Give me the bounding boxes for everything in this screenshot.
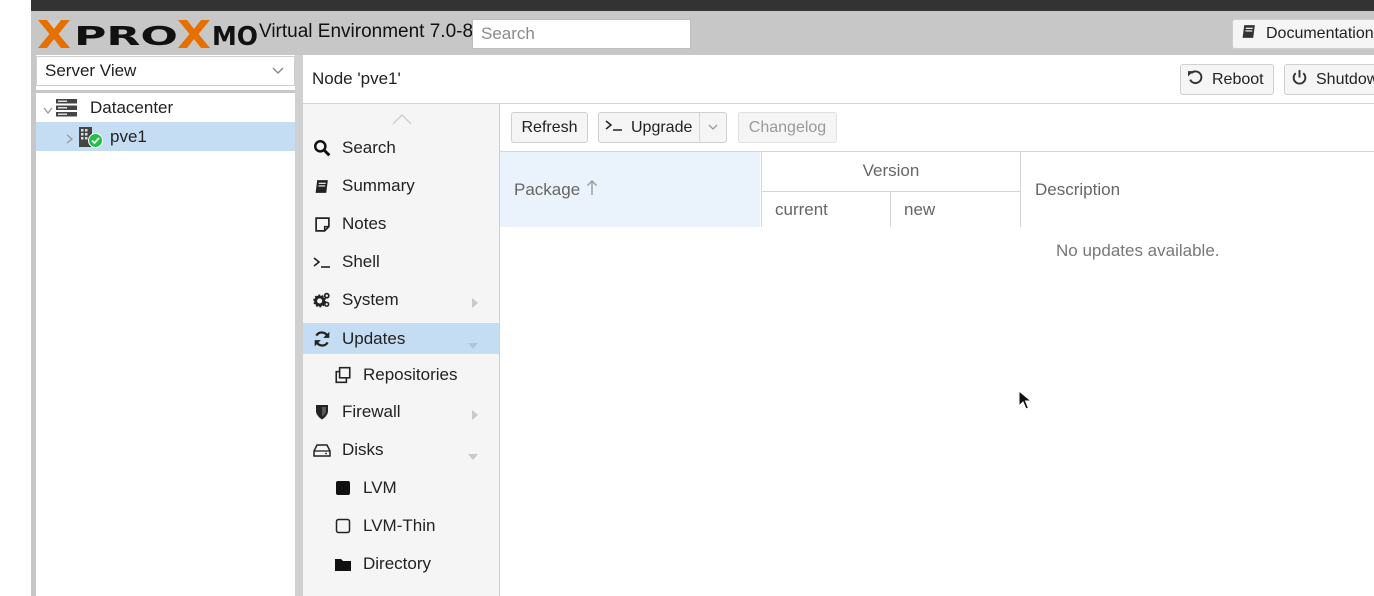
nav-label: System: [342, 289, 399, 309]
column-header-package[interactable]: Package: [500, 152, 760, 227]
sort-ascending-icon: [586, 178, 598, 201]
power-icon: [1291, 69, 1308, 91]
page-title: Node 'pve1': [312, 69, 401, 88]
square-icon: [334, 479, 352, 497]
note-icon: [313, 215, 331, 233]
nav-item-updates[interactable]: Updates: [303, 323, 499, 354]
refresh-icon: [313, 330, 331, 348]
nav-label: Firewall: [342, 401, 401, 421]
column-header-new[interactable]: new: [890, 191, 1020, 227]
nav-label: Search: [342, 137, 396, 157]
collapse-down-icon[interactable]: [467, 446, 479, 466]
copy-icon: [334, 366, 352, 384]
column-header-current[interactable]: current: [761, 191, 890, 227]
nav-label: Summary: [342, 175, 415, 195]
nav-item-firewall[interactable]: Firewall: [303, 396, 499, 427]
shutdown-label: Shutdown: [1316, 70, 1374, 88]
nav-item-disks[interactable]: Disks: [303, 434, 499, 465]
upgrade-menu-toggle[interactable]: [699, 113, 726, 142]
view-selector-value: Server View: [45, 61, 137, 80]
nav-label: LVM-Thin: [363, 515, 436, 535]
expand-chevron-icon[interactable]: [64, 130, 74, 150]
browser-top-strip: [31, 0, 1374, 11]
nav-label: Shell: [342, 251, 380, 271]
nav-label: Repositories: [363, 364, 458, 384]
documentation-label: Documentation: [1266, 25, 1374, 42]
nav-label: Updates: [342, 328, 406, 348]
reboot-button[interactable]: Reboot: [1180, 64, 1274, 95]
column-header-version: Version: [761, 152, 1020, 190]
undo-icon: [1187, 69, 1204, 91]
nav-label: Directory: [363, 553, 432, 573]
panel-splitter[interactable]: [295, 55, 303, 596]
expand-chevron-icon[interactable]: [42, 102, 54, 122]
tree-item-node-pve1[interactable]: pve1: [36, 122, 295, 151]
shield-icon: [313, 403, 331, 421]
refresh-label: Refresh: [521, 118, 578, 136]
terminal-icon: [313, 253, 331, 271]
column-label: Version: [862, 161, 920, 180]
nav-label: Disks: [342, 439, 384, 459]
column-header-description[interactable]: Description: [1020, 152, 1374, 227]
chevron-down-icon: [271, 63, 285, 83]
nav-label: LVM: [363, 477, 397, 497]
upgrade-button[interactable]: Upgrade: [599, 113, 692, 142]
tree-item-label: pve1: [110, 126, 147, 146]
column-label: new: [904, 199, 936, 219]
changelog-label: Changelog: [748, 118, 827, 136]
product-version-title: Virtual Environment 7.0-8: [259, 21, 474, 42]
view-selector[interactable]: Server View: [36, 56, 295, 86]
book-icon: [1241, 23, 1258, 45]
column-label: Description: [1035, 179, 1121, 199]
mouse-cursor-icon: [1018, 389, 1033, 415]
online-status-icon: [88, 133, 103, 153]
tree-item-label: Datacenter: [90, 98, 174, 117]
terminal-icon: [605, 117, 623, 138]
tree-item-datacenter[interactable]: Datacenter: [36, 94, 295, 122]
empty-grid-message: No updates available.: [1056, 241, 1220, 260]
column-label: Package: [514, 179, 581, 199]
upgrade-split-button[interactable]: Upgrade: [598, 112, 727, 143]
nav-item-repositories[interactable]: Repositories: [303, 359, 499, 390]
collapse-down-icon[interactable]: [467, 335, 479, 355]
nav-item-lvm-thin[interactable]: LVM-Thin: [303, 510, 499, 541]
folder-icon: [334, 555, 352, 573]
global-search-box[interactable]: [472, 19, 691, 49]
square-outline-icon: [334, 517, 352, 535]
nav-item-shell[interactable]: Shell: [303, 246, 499, 277]
search-icon: [313, 139, 331, 157]
shutdown-button[interactable]: Shutdown: [1284, 64, 1374, 95]
svg-text:PRO: PRO: [74, 22, 178, 52]
documentation-button[interactable]: Documentation: [1232, 19, 1374, 49]
nav-item-search[interactable]: Search: [303, 132, 499, 163]
proxmox-logo[interactable]: PRO MO: [38, 16, 258, 52]
search-input[interactable]: [473, 20, 690, 48]
hdd-icon: [313, 441, 331, 459]
screen-margin: [0, 0, 31, 596]
refresh-button[interactable]: Refresh: [511, 112, 588, 143]
chevron-down-icon: [707, 119, 719, 137]
upgrade-label: Upgrade: [631, 118, 693, 136]
expand-right-icon[interactable]: [471, 406, 479, 426]
expand-right-icon[interactable]: [471, 294, 479, 314]
nav-item-summary[interactable]: Summary: [303, 170, 499, 201]
nav-item-lvm[interactable]: LVM: [303, 472, 499, 503]
column-label: current: [775, 199, 828, 219]
reboot-label: Reboot: [1212, 70, 1264, 88]
nav-item-directory[interactable]: Directory: [303, 548, 499, 579]
nav-item-system[interactable]: System: [303, 284, 499, 315]
server-stack-icon: [56, 98, 78, 123]
nav-item-notes[interactable]: Notes: [303, 208, 499, 239]
changelog-button[interactable]: Changelog: [738, 112, 837, 143]
scroll-up-arrow-icon[interactable]: [392, 112, 412, 131]
tree-divider: [36, 90, 295, 93]
svg-text:MO: MO: [212, 22, 258, 52]
book-icon: [313, 177, 331, 195]
nav-label: Notes: [342, 213, 387, 233]
cogs-icon: [313, 291, 331, 309]
